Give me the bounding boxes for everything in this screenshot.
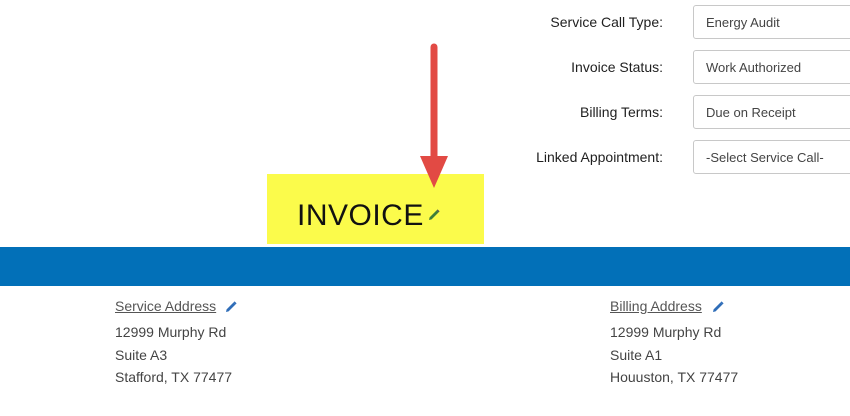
billing-address-line-2: Suite A1 [610,346,663,363]
service-address-line-2: Suite A3 [115,346,168,363]
invoice-status-select[interactable]: Work Authorized [693,50,850,84]
billing-terms-label: Billing Terms: [580,104,663,120]
billing-address-line-3: Houuston, TX 77477 [610,369,739,385]
billing-address-heading[interactable]: Billing Address [610,298,702,314]
service-address-line-3: Stafford, TX 77477 [115,369,233,385]
linked-appointment-select[interactable]: -Select Service Call- [693,140,850,174]
service-address-line-1: 12999 Murphy Rd [115,324,227,340]
red-arrow-annotation [420,43,448,188]
billing-address-block: Billing Address 12999 Murphy Rd Suite A1… [610,298,738,389]
invoice-status-label: Invoice Status: [571,59,663,75]
billing-terms-select[interactable]: Due on Receipt [693,95,850,129]
service-address-block: Service Address 12999 Murphy Rd Suite A3… [115,298,237,389]
service-call-type-select[interactable]: Energy Audit [693,5,850,39]
invoice-header-bar [0,247,850,286]
pencil-icon[interactable] [428,208,440,226]
service-call-type-label: Service Call Type: [550,14,663,30]
service-call-type-row: Service Call Type: Energy Audit [0,5,850,41]
pencil-icon[interactable] [712,300,724,316]
service-address-heading[interactable]: Service Address [115,298,216,314]
linked-appointment-label: Linked Appointment: [536,149,663,165]
billing-address-line-1: 12999 Murphy Rd [610,324,722,340]
invoice-title: INVOICE [297,199,424,232]
pencil-icon[interactable] [225,300,237,316]
